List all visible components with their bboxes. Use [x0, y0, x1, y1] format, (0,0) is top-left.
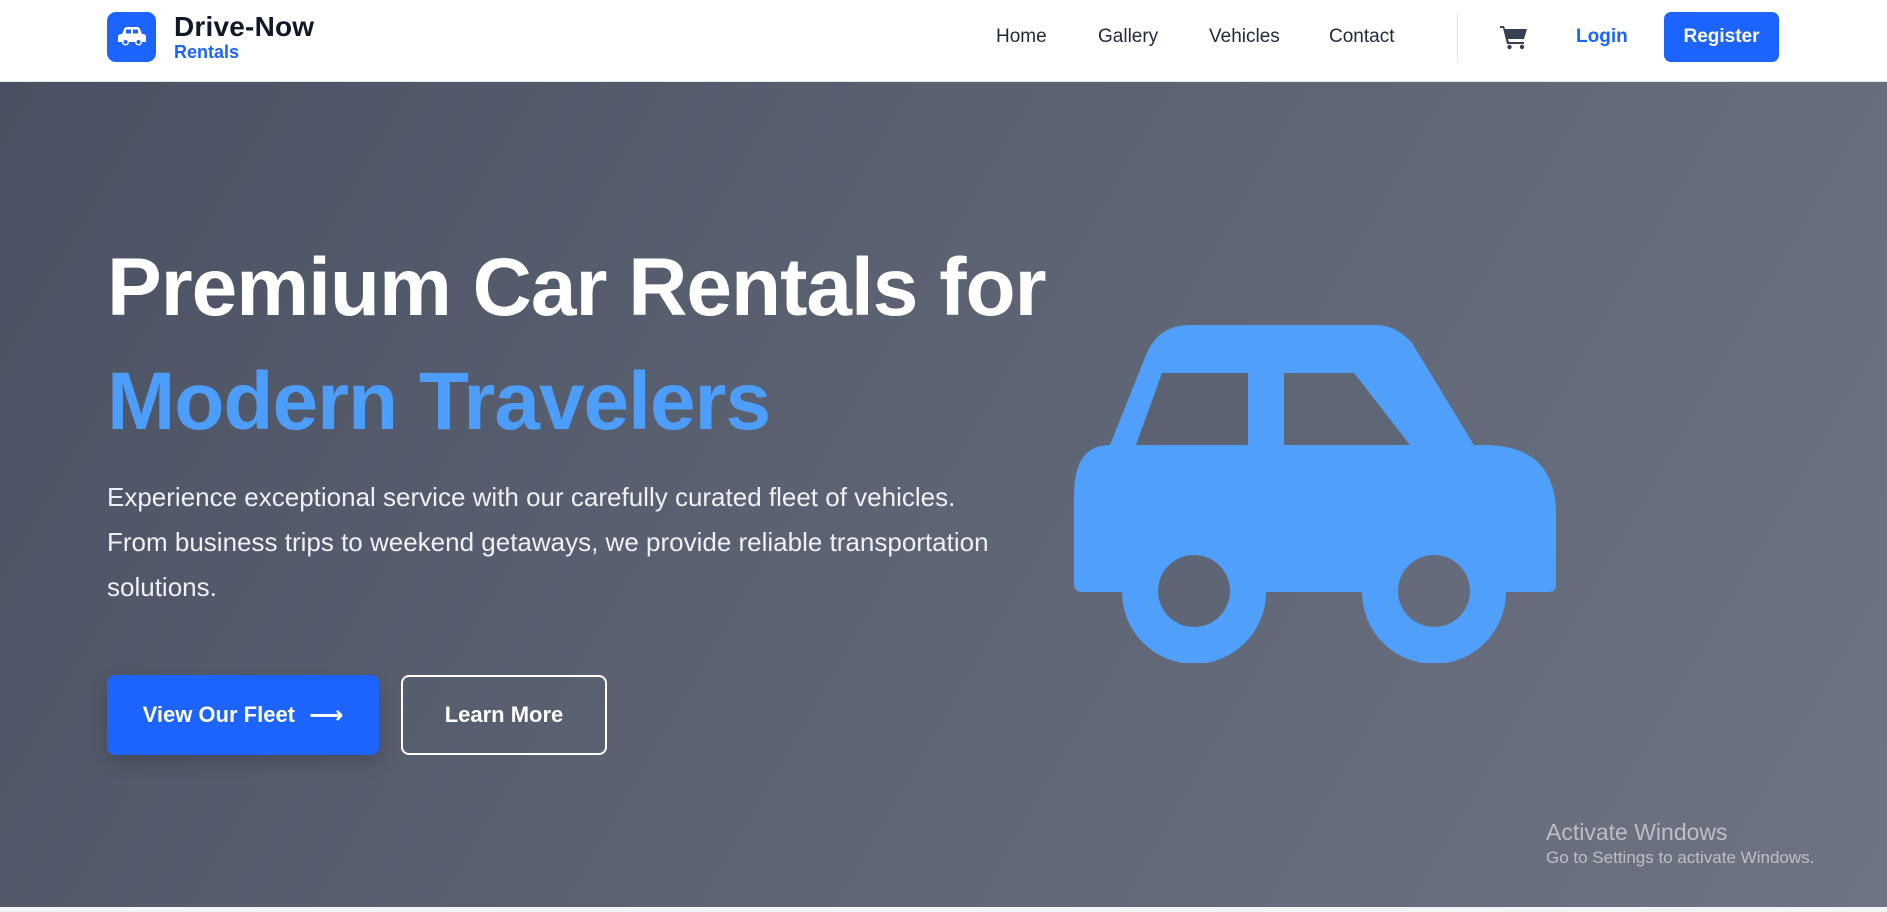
watermark-subtitle: Go to Settings to activate Windows. — [1546, 848, 1815, 867]
nav-divider — [1457, 12, 1458, 63]
nav-contact[interactable]: Contact — [1329, 26, 1394, 48]
logo-badge — [107, 12, 156, 62]
nav-vehicles[interactable]: Vehicles — [1209, 26, 1280, 48]
brand-name: Drive-Now — [174, 11, 315, 42]
brand-logo[interactable]: Drive-Now Rentals — [107, 12, 314, 62]
learn-more-button[interactable]: Learn More — [401, 675, 607, 755]
hero-title-line1: Premium Car Rentals for — [107, 242, 1046, 333]
cart-icon[interactable] — [1500, 24, 1528, 50]
page-bottom-strip — [0, 907, 1887, 912]
hero-description: Experience exceptional service with our … — [107, 482, 989, 602]
car-icon — [117, 27, 146, 46]
brand-tagline: Rentals — [174, 42, 240, 62]
register-button[interactable]: Register — [1664, 12, 1779, 62]
site-header: Drive-Now Rentals Home Gallery Vehicles … — [0, 0, 1887, 82]
nav-gallery[interactable]: Gallery — [1098, 26, 1158, 48]
view-fleet-button[interactable]: View Our Fleet ⟶ — [107, 675, 379, 755]
hero-title-line2: Modern Travelers — [107, 356, 771, 447]
watermark-title: Activate Windows — [1546, 819, 1728, 845]
view-fleet-label: View Our Fleet — [142, 702, 295, 727]
arrow-right-icon: ⟶ — [309, 701, 344, 729]
activate-windows-watermark: Activate Windows Go to Settings to activ… — [1546, 817, 1814, 869]
nav-home[interactable]: Home — [996, 26, 1047, 48]
car-icon — [1074, 325, 1556, 663]
login-link[interactable]: Login — [1576, 26, 1628, 48]
